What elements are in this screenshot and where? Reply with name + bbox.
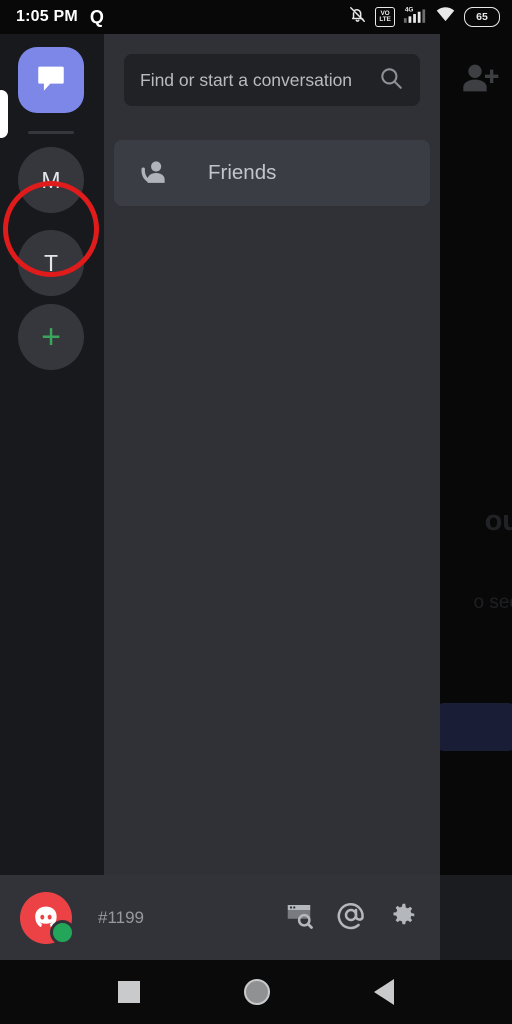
sidebar-item-label: Friends — [208, 161, 277, 184]
bell-off-icon — [348, 5, 367, 29]
status-badge — [50, 919, 75, 945]
sidebar-item-server-m[interactable]: M — [18, 147, 84, 213]
status-bar-time: 1:05 PM — [16, 8, 78, 25]
avatar[interactable] — [20, 891, 75, 945]
at-sign-icon[interactable] — [336, 900, 366, 935]
sidebar-item-server-t[interactable]: T — [18, 230, 84, 296]
battery-icon: 65 — [464, 7, 500, 27]
selected-server-indicator — [0, 90, 8, 138]
user-bar-actions — [284, 900, 418, 935]
rail-divider — [28, 131, 74, 134]
server-avatar-label: M — [41, 166, 61, 193]
speech-bubble-icon — [34, 61, 68, 100]
search-input[interactable]: Find or start a conversation — [124, 54, 420, 106]
window-search-icon[interactable] — [284, 900, 314, 935]
server-rail: M T + — [0, 34, 104, 875]
user-bar-filler — [440, 875, 512, 960]
volte-icon: VO LTE — [375, 7, 395, 27]
plus-icon: + — [41, 317, 61, 356]
status-bar: 1:05 PM Q VO LTE 4G 65 — [0, 0, 512, 34]
empty-state-cta-button[interactable] — [436, 703, 512, 751]
home-button[interactable] — [244, 979, 270, 1005]
phone-screen: ou o see 1:05 PM Q VO LTE 4G — [0, 0, 512, 1024]
empty-state-illustration — [430, 380, 512, 440]
svg-text:4G: 4G — [405, 7, 414, 14]
person-add-icon[interactable] — [460, 58, 500, 98]
volte-bottom-text: LTE — [379, 16, 391, 23]
status-bar-app-indicator: Q — [89, 6, 104, 27]
android-nav-bar — [0, 960, 512, 1024]
wifi-icon — [435, 4, 456, 30]
add-server-button[interactable]: + — [18, 304, 84, 370]
gear-icon[interactable] — [388, 900, 418, 935]
user-bar: #1199 — [0, 875, 440, 960]
friends-wave-icon — [136, 156, 170, 190]
user-tag-text: #1199 — [98, 907, 145, 927]
back-button[interactable] — [374, 979, 394, 1005]
search-icon[interactable] — [378, 65, 404, 96]
search-placeholder-text: Find or start a conversation — [140, 69, 353, 90]
dm-drawer-panel: Find or start a conversation Friends — [104, 34, 440, 875]
server-avatar-label: T — [43, 249, 59, 276]
sidebar-item-friends[interactable]: Friends — [114, 140, 430, 206]
signal-4g-icon: 4G — [403, 5, 427, 29]
direct-messages-button[interactable] — [18, 47, 84, 113]
recents-button[interactable] — [118, 981, 140, 1003]
status-bar-icons: VO LTE 4G 65 — [348, 4, 500, 30]
battery-level-text: 65 — [476, 11, 488, 23]
